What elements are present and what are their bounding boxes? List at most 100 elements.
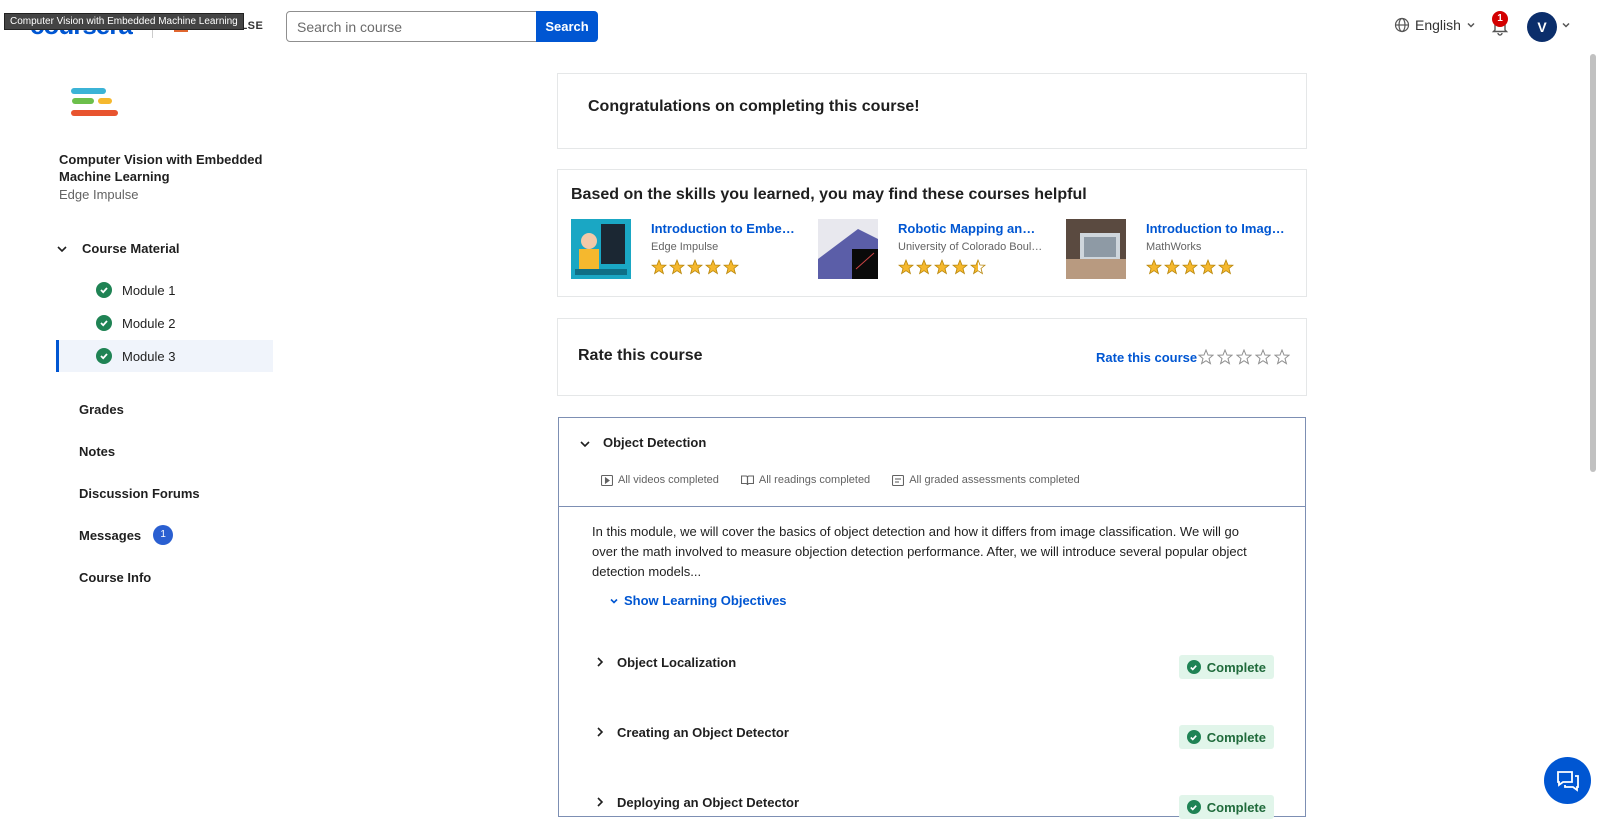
star-filled-icon bbox=[1164, 259, 1180, 275]
module-title: Object Detection bbox=[603, 435, 707, 450]
star-filled-icon bbox=[898, 259, 914, 275]
recommended-course-name[interactable]: Introduction to Image Processing bbox=[1146, 221, 1291, 236]
chevron-right-icon bbox=[597, 797, 604, 807]
book-icon bbox=[740, 474, 754, 485]
course-title[interactable]: Computer Vision with Embedded Machine Le… bbox=[59, 151, 269, 185]
sidebar-item-module-1[interactable]: Module 1 bbox=[56, 274, 273, 306]
chat-icon bbox=[1556, 770, 1579, 792]
star-filled-icon bbox=[934, 259, 950, 275]
star-outline-icon[interactable] bbox=[1236, 349, 1252, 365]
lesson-name: Object Localization bbox=[617, 655, 737, 670]
lesson-row[interactable]: Creating an Object Detector Complete bbox=[594, 719, 1274, 749]
readings-stat-label: All readings completed bbox=[758, 474, 871, 486]
chevron-down-icon bbox=[1467, 22, 1475, 28]
course-material-toggle[interactable]: Course Material bbox=[56, 241, 180, 256]
module-description: In this module, we will cover the basics… bbox=[592, 524, 1247, 579]
star-half-icon bbox=[970, 259, 986, 275]
lesson-name: Deploying an Object Detector bbox=[617, 795, 800, 810]
chevron-right-icon bbox=[597, 727, 604, 737]
complete-label: Complete bbox=[1206, 659, 1266, 675]
recommended-course[interactable]: Introduction to Embedded Machine Learnin… bbox=[571, 219, 801, 281]
rate-course-link[interactable]: Rate this course bbox=[1096, 350, 1197, 365]
recommended-course[interactable]: Introduction to Image Processing MathWor… bbox=[1066, 219, 1296, 281]
video-icon bbox=[601, 474, 613, 486]
course-logo bbox=[71, 88, 118, 116]
recommended-course-partner: Edge Impulse bbox=[651, 241, 719, 253]
chat-button[interactable] bbox=[1544, 757, 1591, 804]
notification-badge: 1 bbox=[1492, 11, 1508, 27]
course-tooltip: Computer Vision with Embedded Machine Le… bbox=[4, 13, 244, 30]
recommended-course[interactable]: Robotic Mapping and Trajectory Generatio… bbox=[818, 219, 1048, 281]
language-label: English bbox=[1415, 17, 1461, 33]
star-filled-icon bbox=[1218, 259, 1234, 275]
sidebar-item-grades[interactable]: Grades bbox=[79, 402, 124, 417]
top-header: coursera Computer Vision with Embedded M… bbox=[0, 0, 1600, 54]
sidebar-item-messages[interactable]: Messages 1 bbox=[79, 525, 174, 545]
page-scrollbar[interactable] bbox=[1590, 54, 1596, 472]
chevron-down-icon[interactable] bbox=[579, 438, 591, 450]
search-input[interactable] bbox=[286, 11, 537, 42]
course-thumbnail bbox=[818, 219, 878, 279]
complete-badge: Complete bbox=[1178, 725, 1274, 749]
module-card: Object Detection All videos completed Al… bbox=[558, 417, 1306, 819]
show-objectives-label: Show Learning Objectives bbox=[624, 593, 787, 608]
star-outline-icon[interactable] bbox=[1217, 349, 1233, 365]
assessments-stat-label: All graded assessments completed bbox=[909, 474, 1080, 486]
sidebar-item-discussion-forums[interactable]: Discussion Forums bbox=[79, 486, 200, 501]
star-filled-icon bbox=[705, 259, 721, 275]
avatar[interactable]: V bbox=[1527, 12, 1557, 42]
chevron-down-icon[interactable] bbox=[1561, 20, 1571, 30]
star-outline-icon[interactable] bbox=[1274, 349, 1290, 365]
complete-label: Complete bbox=[1206, 799, 1266, 815]
star-filled-icon bbox=[1200, 259, 1216, 275]
recommended-course-name[interactable]: Introduction to Embedded Machine Learnin… bbox=[651, 221, 796, 236]
star-filled-icon bbox=[916, 259, 932, 275]
videos-stat-label: All videos completed bbox=[618, 474, 719, 486]
check-circle-icon bbox=[96, 315, 112, 331]
rate-course-card: Rate this course Rate this course bbox=[557, 318, 1307, 396]
star-filled-icon bbox=[1182, 259, 1198, 275]
rate-stars[interactable] bbox=[1198, 349, 1290, 365]
lesson-row[interactable]: Object Localization Complete bbox=[594, 649, 1274, 679]
check-circle-icon bbox=[96, 282, 112, 298]
sidebar-item-notes[interactable]: Notes bbox=[79, 444, 115, 459]
recommendations-title: Based on the skills you learned, you may… bbox=[571, 186, 1087, 203]
recommended-course-name[interactable]: Robotic Mapping and Trajectory Generatio… bbox=[898, 221, 1043, 236]
star-filled-icon bbox=[723, 259, 739, 275]
chevron-down-icon bbox=[57, 245, 67, 252]
congrats-message: Congratulations on completing this cours… bbox=[588, 98, 920, 115]
course-partner: Edge Impulse bbox=[59, 187, 139, 202]
check-circle-icon bbox=[1186, 660, 1201, 674]
lesson-row[interactable]: Deploying an Object Detector Complete bbox=[594, 789, 1274, 819]
rate-course-title: Rate this course bbox=[578, 347, 703, 364]
course-material-label: Course Material bbox=[82, 241, 180, 256]
congrats-card: Congratulations on completing this cours… bbox=[557, 73, 1307, 149]
module-label: Module 3 bbox=[122, 348, 176, 364]
star-filled-icon bbox=[1146, 259, 1162, 275]
sidebar-item-module-3[interactable]: Module 3 bbox=[56, 340, 273, 372]
complete-badge: Complete bbox=[1178, 795, 1274, 819]
star-filled-icon bbox=[687, 259, 703, 275]
star-outline-icon[interactable] bbox=[1198, 349, 1214, 365]
star-filled-icon bbox=[651, 259, 667, 275]
recommended-course-partner: University of Colorado Boulder bbox=[898, 241, 1043, 253]
sidebar-item-module-2[interactable]: Module 2 bbox=[56, 307, 273, 339]
rating-stars bbox=[1146, 259, 1234, 275]
check-circle-icon bbox=[1186, 730, 1201, 744]
star-filled-icon bbox=[952, 259, 968, 275]
course-thumbnail bbox=[1066, 219, 1126, 279]
recommended-course-partner: MathWorks bbox=[1146, 241, 1202, 253]
videos-stat: All videos completed bbox=[601, 474, 719, 486]
messages-label: Messages bbox=[79, 527, 142, 543]
check-circle-icon bbox=[96, 348, 112, 364]
module-label: Module 2 bbox=[122, 315, 176, 331]
module-header[interactable]: Object Detection All videos completed Al… bbox=[559, 418, 1305, 507]
star-outline-icon[interactable] bbox=[1255, 349, 1271, 365]
language-selector[interactable]: English bbox=[1394, 17, 1476, 33]
show-learning-objectives[interactable]: Show Learning Objectives bbox=[609, 593, 787, 608]
course-thumbnail bbox=[571, 219, 631, 279]
search-button[interactable]: Search bbox=[536, 11, 598, 42]
assessments-stat: All graded assessments completed bbox=[892, 474, 1080, 486]
sidebar-item-course-info[interactable]: Course Info bbox=[79, 570, 151, 585]
chevron-down-icon bbox=[610, 598, 618, 604]
